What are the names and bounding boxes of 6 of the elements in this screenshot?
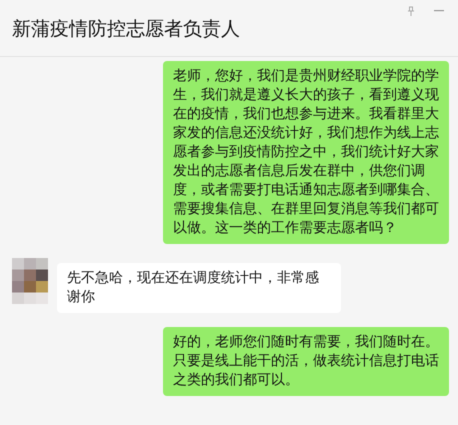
minimize-icon[interactable] xyxy=(434,10,444,12)
message-bubble: 老师，您好，我们是贵州财经职业学院的学生，我们就是遵义长大的孩子，看到遵义现在的疫情，我们也想参与进来。我看群里大家发的信息还没统计好，我们想作为线上志愿者参与到疫情防控之中，我们统计好大家发出的志愿者信息后发在群中，供您们调度，或者需要打电话通知志愿者到哪集合、需要搜集信息、在群里回复消息等我们都可以做。这一类的工作需要志愿者吗？ xyxy=(163,61,449,244)
window-title: 新蒲疫情防控志愿者负责人 xyxy=(12,17,240,42)
message-bubble: 先不急哈，现在还在调度统计中，非常感谢你 xyxy=(57,263,341,313)
message-bubble: 好的，老师您们随时有需要，我们随时在。只要是线上能干的活，做表统计信息打电话之类的我们都可以。 xyxy=(163,327,449,396)
pin-icon[interactable] xyxy=(406,6,416,16)
